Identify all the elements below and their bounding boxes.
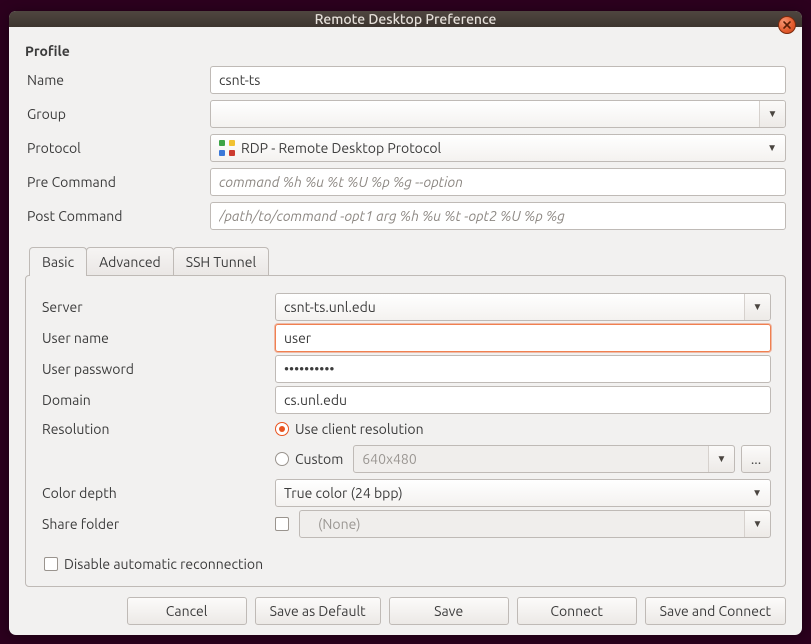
button-row: Cancel Save as Default Save Connect Save…: [25, 597, 786, 625]
domain-input[interactable]: [275, 386, 771, 414]
connect-button[interactable]: Connect: [517, 597, 637, 625]
ellipsis-icon: ...: [751, 451, 761, 467]
resolution-custom-radio[interactable]: [275, 452, 289, 466]
tab-advanced[interactable]: Advanced: [86, 247, 174, 276]
group-label: Group: [25, 106, 210, 122]
tabs: Basic Advanced SSH Tunnel: [25, 247, 786, 276]
precommand-label: Pre Command: [25, 174, 210, 190]
username-label: User name: [40, 330, 275, 346]
group-combo[interactable]: ▼: [210, 100, 786, 128]
name-input[interactable]: [210, 66, 786, 94]
protocol-label: Protocol: [25, 140, 210, 156]
disable-reconnect-checkbox[interactable]: [44, 557, 58, 571]
sharefolder-label: Share folder: [40, 516, 275, 532]
save-button[interactable]: Save: [389, 597, 509, 625]
resolution-custom-combo[interactable]: 640x480 ▼: [353, 445, 735, 473]
chevron-down-icon: ▼: [753, 518, 763, 530]
colordepth-label: Color depth: [40, 485, 275, 501]
window-title: Remote Desktop Preference: [315, 11, 497, 27]
chevron-down-icon: ▼: [753, 301, 763, 313]
password-input[interactable]: [275, 355, 771, 383]
resolution-more-button[interactable]: ...: [741, 445, 771, 473]
window: Remote Desktop Preference Profile Name G…: [9, 11, 802, 635]
tab-basic[interactable]: Basic: [29, 247, 87, 276]
colordepth-combo[interactable]: True color (24 bpp) ▼: [275, 479, 771, 507]
protocol-combo[interactable]: RDP - Remote Desktop Protocol ▼: [210, 134, 786, 162]
resolution-custom-label: Custom: [295, 451, 343, 467]
sharefolder-combo[interactable]: (None) ▼: [299, 510, 771, 538]
close-button[interactable]: [778, 16, 796, 34]
resolution-custom-value: 640x480: [362, 451, 416, 467]
tabpanel-basic: Server csnt-ts.unl.edu ▼ User name User …: [25, 275, 786, 587]
cancel-button[interactable]: Cancel: [127, 597, 247, 625]
sharefolder-checkbox[interactable]: [275, 517, 289, 531]
disable-reconnect-label: Disable automatic reconnection: [64, 556, 263, 572]
server-value: csnt-ts.unl.edu: [284, 299, 376, 315]
chevron-down-icon: ▼: [768, 108, 778, 120]
precommand-input[interactable]: [210, 168, 786, 196]
chevron-down-icon: ▼: [752, 487, 762, 499]
chevron-down-icon: ▼: [767, 142, 777, 154]
sharefolder-value: (None): [308, 516, 361, 532]
username-input[interactable]: [275, 324, 771, 352]
save-and-connect-button[interactable]: Save and Connect: [645, 597, 786, 625]
password-label: User password: [40, 361, 275, 377]
server-label: Server: [40, 299, 275, 315]
profile-heading: Profile: [25, 43, 786, 59]
postcommand-label: Post Command: [25, 208, 210, 224]
close-icon: [782, 20, 792, 30]
resolution-client-radio[interactable]: [275, 422, 289, 436]
domain-label: Domain: [40, 392, 275, 408]
save-default-button[interactable]: Save as Default: [255, 597, 381, 625]
postcommand-input[interactable]: [210, 202, 786, 230]
titlebar: Remote Desktop Preference: [9, 11, 802, 27]
resolution-label: Resolution: [40, 417, 275, 437]
server-combo[interactable]: csnt-ts.unl.edu ▼: [275, 293, 771, 321]
resolution-client-label: Use client resolution: [295, 421, 424, 437]
rdp-icon: [219, 140, 235, 156]
chevron-down-icon: ▼: [717, 453, 727, 465]
protocol-value: RDP - Remote Desktop Protocol: [241, 140, 441, 156]
content: Profile Name Group ▼ Protocol RDP - Remo…: [9, 27, 802, 635]
name-label: Name: [25, 72, 210, 88]
tab-ssh-tunnel[interactable]: SSH Tunnel: [173, 247, 269, 276]
colordepth-value: True color (24 bpp): [284, 485, 403, 501]
